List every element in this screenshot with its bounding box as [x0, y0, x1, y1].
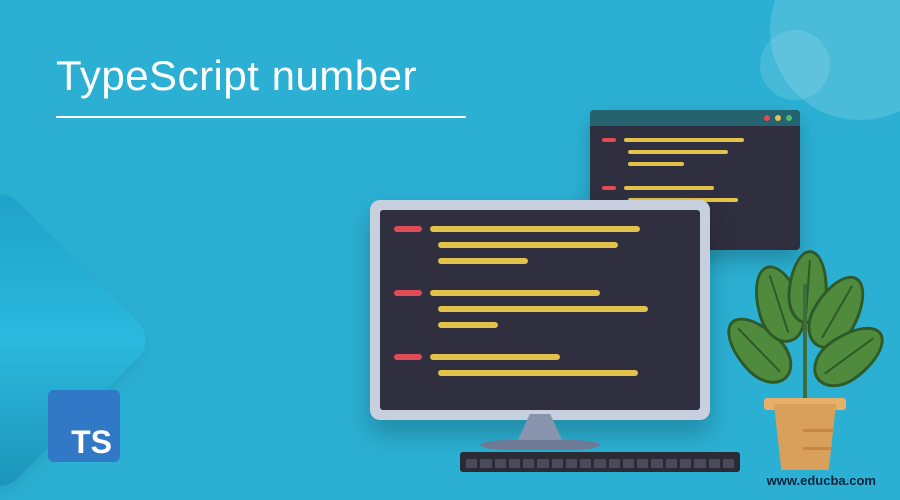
monitor — [370, 200, 710, 420]
monitor-base — [480, 440, 600, 450]
decor-circle-small — [760, 30, 830, 100]
window-dot-red — [764, 115, 770, 121]
window-dot-green — [786, 115, 792, 121]
page-title: TypeScript number — [56, 52, 417, 100]
monitor-screen — [380, 210, 700, 410]
plant-illustration — [740, 240, 870, 470]
monitor-stand — [517, 414, 563, 442]
typescript-logo-text: TS — [71, 426, 112, 458]
typescript-logo: TS — [48, 390, 120, 462]
title-underline — [56, 116, 466, 118]
window-titlebar — [590, 110, 800, 126]
window-dot-yellow — [775, 115, 781, 121]
keyboard — [460, 452, 740, 472]
source-url: www.educba.com — [767, 473, 876, 488]
